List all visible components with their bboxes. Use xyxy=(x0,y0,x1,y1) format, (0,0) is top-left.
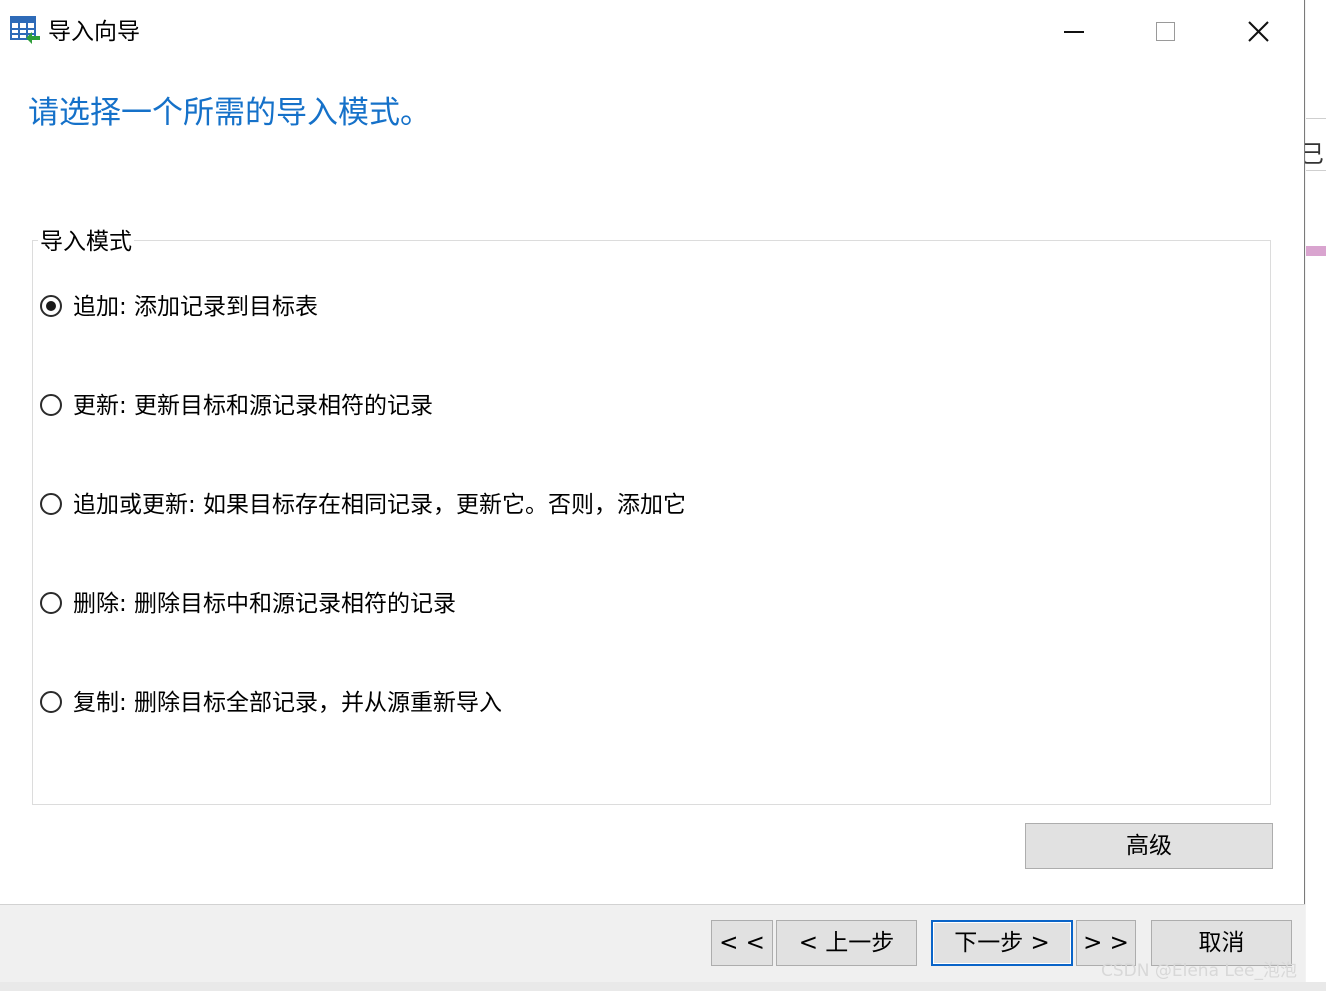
next-button-label: 下一步 > xyxy=(954,930,1050,956)
minimize-button[interactable] xyxy=(1028,0,1120,62)
window-title: 导入向导 xyxy=(48,19,140,45)
radio-button-delete[interactable] xyxy=(40,592,62,614)
radio-selected-dot xyxy=(46,301,56,311)
radio-button-append-or-update[interactable] xyxy=(40,493,62,515)
first-page-button-label: < < xyxy=(719,930,765,956)
back-button[interactable]: < 上一步 xyxy=(776,920,917,966)
background-divider xyxy=(1306,170,1326,171)
next-button[interactable]: 下一步 > xyxy=(931,920,1073,966)
radio-label-delete[interactable]: 删除: 删除目标中和源记录相符的记录 xyxy=(73,590,456,618)
radio-label-append-or-update[interactable]: 追加或更新: 如果目标存在相同记录，更新它。否则，添加它 xyxy=(73,491,686,519)
close-icon xyxy=(1248,21,1269,42)
radio-label-append[interactable]: 追加: 添加记录到目标表 xyxy=(73,293,318,321)
back-button-label: < 上一步 xyxy=(798,930,895,956)
radio-label-update[interactable]: 更新: 更新目标和源记录相符的记录 xyxy=(73,392,433,420)
minimize-icon xyxy=(1064,31,1084,33)
radio-label-copy[interactable]: 复制: 删除目标全部记录，并从源重新导入 xyxy=(73,689,502,717)
first-page-button[interactable]: < < xyxy=(711,920,773,966)
last-page-button-label: > > xyxy=(1083,930,1129,956)
background-window: 巳 xyxy=(1300,0,1326,991)
import-wizard-dialog: 导入向导 请选择一个所需的导入模式。 导入模式 追加: 添加记录到目标表 更新:… xyxy=(0,0,1305,982)
background-highlight xyxy=(1306,246,1326,256)
import-mode-group xyxy=(32,240,1271,805)
title-bar[interactable]: 导入向导 xyxy=(0,0,1305,62)
background-divider xyxy=(1306,118,1326,119)
table-import-icon xyxy=(10,16,42,46)
radio-button-update[interactable] xyxy=(40,394,62,416)
import-mode-group-label: 导入模式 xyxy=(38,227,134,257)
watermark-text: CSDN @Elena Lee_泡泡 xyxy=(1101,961,1297,981)
radio-button-copy[interactable] xyxy=(40,691,62,713)
radio-button-append[interactable] xyxy=(40,295,62,317)
page-heading: 请选择一个所需的导入模式。 xyxy=(28,95,431,131)
advanced-button[interactable]: 高级 xyxy=(1025,823,1273,869)
background-strip xyxy=(0,982,1326,991)
close-button[interactable] xyxy=(1212,0,1304,62)
maximize-icon xyxy=(1156,22,1175,41)
cancel-button-label: 取消 xyxy=(1198,930,1245,956)
maximize-button[interactable] xyxy=(1120,0,1212,62)
advanced-button-label: 高级 xyxy=(1126,833,1172,859)
